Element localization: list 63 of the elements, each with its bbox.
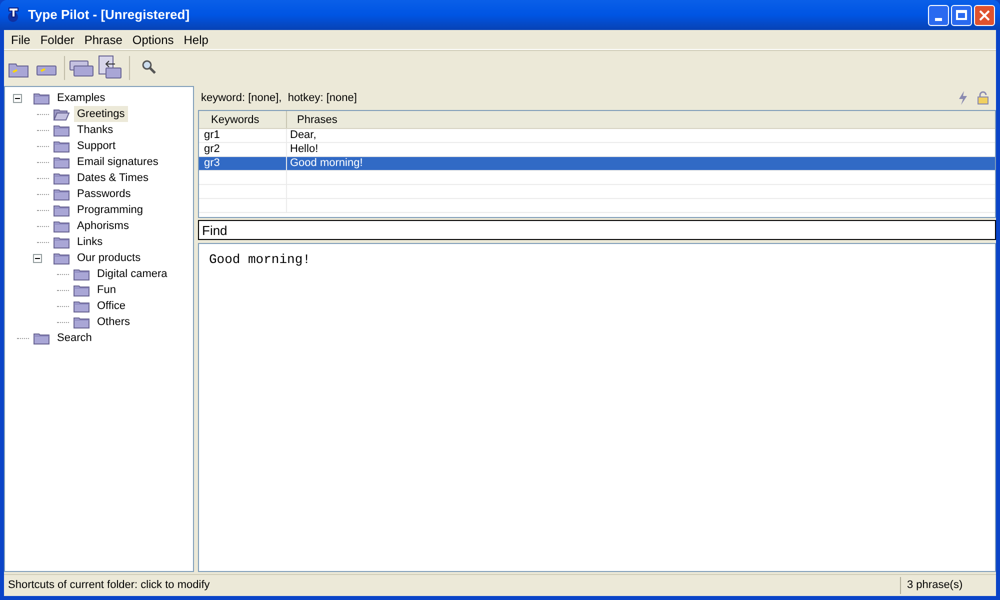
table-cell: gr2 bbox=[199, 143, 287, 156]
tree-item[interactable]: Thanks bbox=[74, 122, 116, 138]
tree-item[interactable]: Support bbox=[74, 138, 119, 154]
folder-icon bbox=[73, 316, 90, 328]
menu-item[interactable]: Phrase bbox=[79, 30, 128, 48]
table-cell-text: Hello! bbox=[289, 143, 320, 156]
menu-item[interactable]: File bbox=[6, 30, 36, 48]
folder-icon bbox=[73, 268, 90, 280]
folder-icon bbox=[53, 156, 70, 168]
folder-icon bbox=[53, 140, 70, 152]
move-item-icon[interactable] bbox=[97, 54, 123, 80]
tree-item[interactable]: Digital camera bbox=[94, 266, 170, 282]
expander-toggle[interactable] bbox=[33, 254, 42, 262]
lightning-icon[interactable] bbox=[958, 91, 968, 105]
close-icon bbox=[979, 10, 990, 20]
tree-item[interactable]: Search bbox=[54, 330, 95, 346]
folder-icon bbox=[73, 284, 90, 296]
tree-item[interactable]: Greetings bbox=[74, 106, 128, 122]
window-title: Type Pilot - [Unregistered] bbox=[28, 6, 190, 24]
table-cell-text: Dear, bbox=[289, 129, 318, 142]
folder-icon bbox=[33, 332, 50, 344]
folder-icon bbox=[33, 92, 50, 104]
tree-item[interactable]: Others bbox=[94, 314, 134, 330]
table-cell: gr1 bbox=[199, 129, 287, 142]
phrase-count: 3 phrase(s) bbox=[900, 577, 996, 594]
maximize-button[interactable] bbox=[951, 4, 972, 26]
table-cell-text: Good morning! bbox=[289, 157, 364, 170]
table-row[interactable]: gr3 Good morning! bbox=[199, 157, 995, 171]
table-row[interactable]: gr1 Dear, bbox=[199, 129, 995, 143]
folder-icon bbox=[53, 236, 70, 248]
column-header[interactable]: Keywords bbox=[199, 111, 287, 128]
open-folder-icon bbox=[53, 108, 70, 120]
tree-item[interactable]: Office bbox=[94, 298, 129, 314]
tree-item[interactable]: Examples bbox=[54, 90, 108, 106]
tree-item[interactable]: Dates & Times bbox=[74, 170, 152, 186]
menu-item[interactable]: Folder bbox=[35, 30, 80, 48]
close-button[interactable] bbox=[974, 4, 995, 26]
tree-item[interactable]: Passwords bbox=[74, 186, 134, 202]
table-cell: gr3 bbox=[199, 157, 287, 170]
status-text[interactable]: Shortcuts of current folder: click to modify bbox=[4, 577, 900, 594]
shortcut-info[interactable]: keyword: [none], hotkey: [none] bbox=[201, 90, 357, 106]
folder-icon bbox=[53, 220, 70, 232]
tree-item[interactable]: Links bbox=[74, 234, 106, 250]
folder-icon bbox=[53, 124, 70, 136]
folder-icon bbox=[53, 188, 70, 200]
folder-icon bbox=[53, 204, 70, 216]
tree-item[interactable]: Aphorisms bbox=[74, 218, 132, 234]
tree-item[interactable]: Fun bbox=[94, 282, 119, 298]
folder-icon bbox=[53, 172, 70, 184]
folder-icon bbox=[53, 252, 70, 264]
tree-item[interactable]: Email signatures bbox=[74, 154, 162, 170]
tree-item[interactable]: Our products bbox=[74, 250, 144, 266]
phrase-editor[interactable]: Good morning! bbox=[198, 243, 996, 572]
menu-item[interactable]: Help bbox=[178, 30, 214, 48]
menu-item[interactable]: Options bbox=[127, 30, 179, 48]
minimize-button[interactable] bbox=[928, 4, 949, 26]
expander-toggle[interactable] bbox=[13, 94, 22, 102]
find-field[interactable]: Find bbox=[198, 220, 996, 240]
column-header[interactable]: Phrases bbox=[287, 111, 995, 128]
phrase-text: Good morning! bbox=[209, 252, 310, 267]
padlock-icon[interactable] bbox=[976, 91, 990, 105]
tree-item[interactable]: Programming bbox=[74, 202, 146, 218]
folder-icon bbox=[73, 300, 90, 312]
